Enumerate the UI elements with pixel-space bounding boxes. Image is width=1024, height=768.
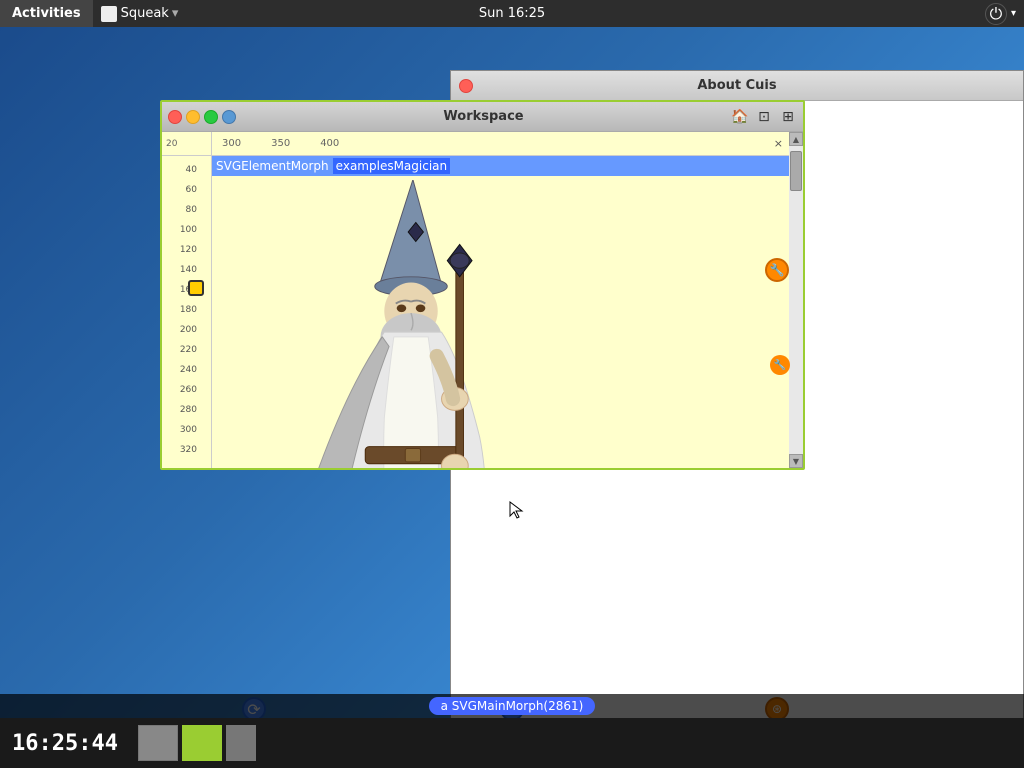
ruler-body: 40 60 80 100 120 140 160 180 200 220 240… — [162, 156, 211, 460]
ruler-tick-140: 140 — [162, 260, 211, 280]
ruler-tick-220: 220 — [162, 340, 211, 360]
workspace-icon-house[interactable]: 🏠 — [731, 108, 749, 126]
system-clock: Sun 16:25 — [479, 6, 545, 21]
app-dropdown-icon: ▾ — [172, 6, 179, 21]
ruler-tick-260: 260 — [162, 380, 211, 400]
ruler-tick-280: 280 — [162, 400, 211, 420]
workspace-add-btn[interactable] — [204, 110, 218, 124]
selection-highlight[interactable]: examplesMagician — [333, 158, 450, 174]
ruler-label: 140 — [166, 265, 201, 275]
scrollbar-thumb[interactable] — [790, 151, 802, 191]
power-dropdown-icon[interactable]: ▾ — [1011, 8, 1016, 19]
ruler-label: 40 — [166, 165, 201, 175]
ruler-top-400: 400 — [320, 138, 339, 149]
about-titlebar: About Cuis — [451, 71, 1023, 101]
power-button[interactable]: ⏻ — [985, 3, 1007, 25]
workspace-close-btn[interactable] — [168, 110, 182, 124]
workspace-title-icons: 🏠 ⊡ ⊞ — [731, 108, 797, 126]
about-close-button[interactable] — [459, 79, 473, 93]
ruler-tick-320: 320 — [162, 440, 211, 460]
ruler-tick-60: 60 — [162, 180, 211, 200]
top-ruler-close[interactable]: × — [774, 137, 783, 150]
activities-button[interactable]: Activities — [0, 0, 93, 27]
statusbar-text: a SVGMainMorph(2861) — [429, 697, 596, 715]
ruler-top-350: 350 — [271, 138, 290, 149]
ruler-header-label: 20 — [166, 139, 177, 149]
ruler-label: 180 — [166, 305, 201, 315]
workspace-extra-btn[interactable] — [222, 110, 236, 124]
ruler-tick-40: 40 — [162, 160, 211, 180]
ruler-top-300: 300 — [222, 138, 241, 149]
app-icon — [101, 6, 117, 22]
scrollbar-track[interactable] — [789, 146, 803, 454]
ruler-tick-200: 200 — [162, 320, 211, 340]
workspace-right-icon[interactable] — [770, 355, 790, 375]
selection-morph-label: SVGElementMorph — [216, 159, 329, 173]
scrollbar-up-btn[interactable]: ▲ — [789, 132, 803, 146]
v-scrollbar[interactable]: ▲ ▼ — [789, 132, 803, 468]
ruler-label: 220 — [166, 345, 201, 355]
ruler-label: 260 — [166, 385, 201, 395]
taskbar-thumbs — [130, 725, 256, 761]
taskbar-time: 16:25:44 — [0, 731, 130, 756]
ruler-label: 200 — [166, 325, 201, 335]
wizard-area — [212, 180, 789, 468]
ruler-header: 20 — [162, 132, 211, 156]
ruler-label: 300 — [166, 425, 201, 435]
ruler-label: 60 — [166, 185, 201, 195]
workspace-inner: 20 40 60 80 100 120 140 160 180 200 220 … — [162, 132, 803, 468]
ruler-label: 320 — [166, 445, 201, 455]
ruler-tick-240: 240 — [162, 360, 211, 380]
taskbar-thumb-1[interactable] — [138, 725, 178, 761]
ruler-tick-100: 100 — [162, 220, 211, 240]
wizard-svg — [232, 180, 632, 468]
morph-handle[interactable] — [188, 280, 204, 296]
workspace-min-btn[interactable] — [186, 110, 200, 124]
about-title: About Cuis — [697, 78, 776, 93]
statusbar: a SVGMainMorph(2861) — [0, 694, 1024, 718]
ruler-label: 80 — [166, 205, 201, 215]
ruler-tick-300: 300 — [162, 420, 211, 440]
ruler-tick-80: 80 — [162, 200, 211, 220]
top-ruler: 300 350 400 × — [212, 132, 789, 156]
workspace-titlebar: Workspace 🏠 ⊡ ⊞ — [162, 102, 803, 132]
workspace-icon-grid[interactable]: ⊞ — [779, 108, 797, 126]
selection-bar: SVGElementMorph examplesMagician — [212, 156, 789, 176]
desktop-icon-settings[interactable]: 🔧 — [763, 256, 791, 284]
ruler-tick-120: 120 — [162, 240, 211, 260]
ruler: 20 40 60 80 100 120 140 160 180 200 220 … — [162, 132, 212, 468]
taskbar-thumb-3[interactable] — [226, 725, 256, 761]
app-name: Squeak — [121, 6, 169, 21]
app-menu[interactable]: Squeak ▾ — [93, 0, 187, 27]
taskbar: 16:25:44 — [0, 718, 1024, 768]
scrollbar-down-btn[interactable]: ▼ — [789, 454, 803, 468]
ruler-tick-180: 180 — [162, 300, 211, 320]
workspace-title: Workspace — [240, 109, 727, 124]
ruler-label: 240 — [166, 365, 201, 375]
ruler-label: 100 — [166, 225, 201, 235]
ruler-label: 280 — [166, 405, 201, 415]
taskbar-thumb-2[interactable] — [182, 725, 222, 761]
topbar: Activities Squeak ▾ Sun 16:25 ⏻ ▾ — [0, 0, 1024, 27]
ruler-label: 120 — [166, 245, 201, 255]
settings-icon-inner: 🔧 — [765, 258, 789, 282]
workspace-content[interactable]: 300 350 400 × SVGElementMorph examplesMa… — [212, 132, 789, 468]
workspace-icon-expand[interactable]: ⊡ — [755, 108, 773, 126]
workspace-window: Workspace 🏠 ⊡ ⊞ 20 40 60 80 100 120 140 … — [160, 100, 805, 470]
